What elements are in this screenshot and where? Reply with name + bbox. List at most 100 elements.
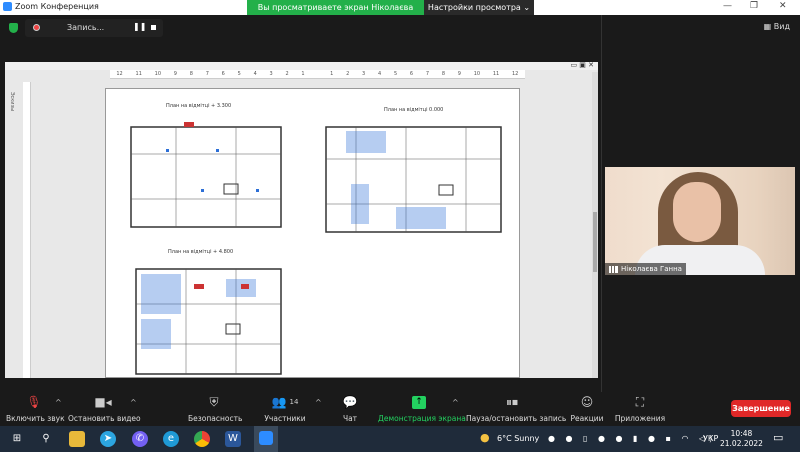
chat-label: Чат [342,414,358,423]
camera-icon: ■◂ [94,395,112,409]
ruler-tick: 3 [362,71,366,77]
ruler-tick: 11 [492,71,500,77]
participant-name: Ніколаєва Ганна [621,265,682,273]
windows-taskbar: ⊞ ⚲ ➤ ✆ e W ● 6°C Sunny ● ● ▯ ● ● ▮ ● ▪ … [0,426,800,452]
viewer-toolbar: ▭ ▣ ✕ [5,61,598,70]
stop-video-button[interactable]: ■◂ Остановить видео [68,394,141,423]
pause-recording-button[interactable]: ❚❚ [133,22,146,31]
audio-options-caret[interactable]: ^ [55,398,62,407]
file-explorer-icon[interactable] [69,431,85,447]
ruler-tick: 9 [173,71,177,77]
floor-plan-3300 [130,126,282,228]
chat-button[interactable]: 💬 Чат [336,394,364,423]
ruler-tick: 4 [253,71,257,77]
participants-count: 14 [289,398,299,406]
vertical-ruler [23,82,31,378]
shield-icon: ⛨ [209,394,219,409]
language-indicator[interactable]: УКР [703,434,718,443]
ruler-tick: 6 [221,71,225,77]
reactions-label: Реакции [570,414,604,423]
ruler-tick: 2 [285,71,289,77]
weather-text[interactable]: 6°C Sunny [497,434,539,443]
participant-video[interactable]: Ніколаєва Ганна [605,167,795,275]
ruler-tick: 10 [473,71,481,77]
reactions-button[interactable]: ☺ Реакции [570,394,604,423]
date: 21.02.2022 [720,439,763,448]
view-label: Вид [773,22,790,31]
participants-button[interactable]: 👥 14 Участники [262,394,308,423]
reaction-icon: ☺ [580,395,594,409]
apps-button[interactable]: ⛶ Приложения [614,394,666,424]
viber-icon[interactable]: ✆ [132,431,148,447]
pause-stop-icon: ⏸⏹ [505,394,518,409]
ruler-tick: 7 [205,71,209,77]
security-button[interactable]: ⛨ Безопасность [188,394,243,424]
ruler-tick: 3 [269,71,273,77]
panel-divider[interactable] [601,15,602,395]
ruler-tick: 5 [393,71,398,77]
ruler-tick: 5 [237,71,241,77]
participant-face [673,182,721,242]
meeting-controls: 🎙 Включить звук ^ ■◂ Остановить видео ^ ⛨ Б… [0,392,800,426]
chrome-icon[interactable] [194,431,210,447]
view-button[interactable]: ▦ Вид [764,22,790,31]
screen-share-banner: Вы просматриваете экран Ніколаєва Ганна [247,0,424,27]
pause-stop-recording-button[interactable]: ⏸⏹ Пауза/остановить запись [466,394,566,424]
search-icon[interactable]: ⚲ [38,431,54,447]
minimize-button[interactable]: — [723,1,732,11]
security-label: Безопасность [188,414,243,423]
participants-label: Участники [264,414,306,423]
system-tray-icons[interactable]: ● ● ▯ ● ● ▮ ● ▪ ◠ ◁) [548,434,716,443]
meeting-top-bar: Запись... ❚❚ ▦ Вид [0,15,800,41]
thumbnails-tab[interactable]: Эскизы [9,92,15,111]
time: 10:48 [730,429,753,438]
title-bar: Zoom Конференция Вы просматриваете экран… [0,0,800,27]
ruler-tick: 10 [154,71,162,77]
video-options-caret[interactable]: ^ [130,398,137,407]
participants-options-caret[interactable]: ^ [315,398,322,407]
telegram-icon[interactable]: ➤ [100,431,116,447]
ruler-tick: 12 [512,71,519,77]
share-label: Демонстрация экрана [378,414,466,423]
window-title: Zoom Конференция [15,2,99,11]
zoom-logo-icon [3,2,12,11]
horizontal-ruler: 12 11 10 9 8 7 6 5 4 3 2 1 1 2 3 4 5 6 7 8 9 10 11 12 [110,70,525,79]
viewer-window-controls-icon[interactable]: ▭ ▣ ✕ [570,61,594,69]
vertical-scrollbar[interactable] [592,72,598,378]
ruler-tick: 8 [441,71,445,77]
apps-label: Приложения [614,414,666,423]
close-button[interactable]: ✕ [779,1,787,11]
end-meeting-button[interactable]: Завершение [731,400,791,417]
restore-button[interactable]: ❐ [750,1,758,11]
ruler-tick: 7 [425,71,430,77]
record-icon [33,24,40,31]
recording-indicator: Запись... ❚❚ [25,19,163,37]
share-screen-button[interactable]: ↑ Демонстрация экрана [378,394,466,423]
signal-strength-icon [609,265,618,273]
encryption-shield-icon[interactable] [9,23,18,33]
unmute-button[interactable]: 🎙 Включить звук [6,394,65,423]
edge-icon[interactable]: e [163,431,179,447]
view-options-dropdown[interactable]: Настройки просмотра ⌄ [424,0,534,15]
clock[interactable]: 10:48 21.02.2022 [720,429,763,449]
share-arrow-icon: ↑ [412,395,426,409]
ruler-tick: 11 [135,71,142,77]
floor-plans-drawing [130,122,502,375]
word-icon[interactable]: W [225,431,241,447]
shared-screen: ▭ ▣ ✕ 12 11 10 9 8 7 6 5 4 3 2 1 1 2 3 4 5 6 7 8 9 10 11 12 Эск… [5,61,598,378]
apps-icon: ⛶ [635,394,645,409]
ruler-tick: 6 [409,71,414,77]
ruler-tick: 1 [301,71,305,77]
start-icon[interactable]: ⊞ [9,431,25,447]
chat-icon: 💬 [342,395,358,409]
share-options-caret[interactable]: ^ [452,398,459,407]
zoom-taskbar-icon[interactable] [254,426,278,452]
recording-label: Запись... [67,23,105,32]
ruler-tick: 4 [378,71,382,77]
ruler-tick: 2 [346,71,350,77]
notifications-icon[interactable]: ▭ [773,431,783,444]
stop-recording-button[interactable] [151,25,156,30]
record-label: Пауза/остановить запись [466,414,567,423]
unmute-label: Включить звук [6,414,65,423]
weather-sun-icon: ● [480,431,490,444]
